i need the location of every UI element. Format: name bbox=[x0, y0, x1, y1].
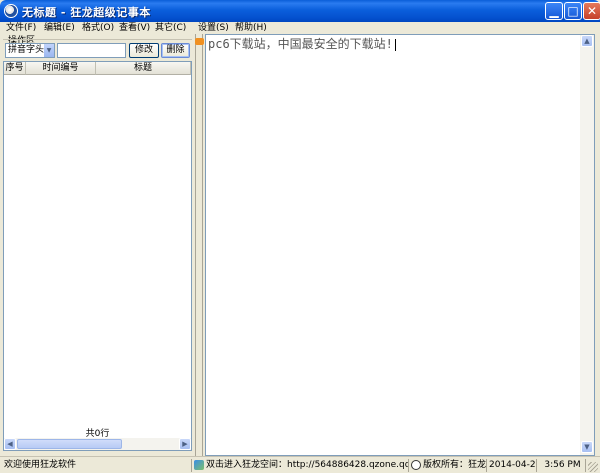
group-divider bbox=[3, 39, 192, 40]
status-date: 2014-04-24 bbox=[489, 459, 537, 472]
close-button[interactable]: ✕ bbox=[583, 2, 600, 20]
copyright-text: 版权所有：狂龙 bbox=[423, 460, 487, 470]
menu-other[interactable]: 其它(C) bbox=[155, 22, 186, 34]
title-bar[interactable]: 无标题 - 狂龙超级记事本 ▁ □ ✕ bbox=[0, 0, 600, 22]
menu-view[interactable]: 查看(V) bbox=[119, 22, 150, 34]
column-header-title[interactable]: 标题 bbox=[96, 62, 191, 75]
splitter-line bbox=[202, 34, 203, 456]
maximize-icon: □ bbox=[567, 4, 579, 18]
filter-select-value: 拼音字头 bbox=[8, 45, 45, 55]
panel-splitter[interactable] bbox=[193, 34, 205, 456]
menu-help[interactable]: 帮助(H) bbox=[235, 22, 267, 34]
splitter-line bbox=[195, 34, 196, 456]
scroll-up-icon[interactable]: ▲ bbox=[581, 35, 593, 47]
search-input[interactable] bbox=[57, 43, 126, 58]
window-title: 无标题 - 狂龙超级记事本 bbox=[22, 6, 151, 19]
list-header: 序号 时间编号 标题 bbox=[4, 62, 191, 75]
status-time: 3:56 PM bbox=[540, 459, 586, 472]
close-icon: ✕ bbox=[586, 4, 598, 18]
status-copyright: 版权所有：狂龙 bbox=[411, 459, 487, 472]
scroll-thumb[interactable] bbox=[17, 439, 122, 449]
maximize-button[interactable]: □ bbox=[564, 2, 582, 20]
filter-select[interactable]: 拼音字头 ▼ bbox=[5, 43, 55, 58]
minimize-button[interactable]: ▁ bbox=[545, 2, 563, 20]
qzone-icon bbox=[194, 459, 204, 470]
column-header-time-id[interactable]: 时间编号 bbox=[26, 62, 96, 75]
editor-content[interactable]: pc6下载站，中国最安全的下载站! bbox=[208, 37, 396, 51]
modify-button[interactable]: 修改 bbox=[129, 43, 159, 58]
text-cursor bbox=[394, 38, 396, 51]
qzone-text: 双击进入狂龙空间：http://564886428.qzone.qq.com bbox=[206, 460, 408, 470]
menu-bar: 文件(F) 编辑(E) 格式(O) 查看(V) 其它(C) 设置(S) 帮助(H… bbox=[0, 22, 600, 34]
copyright-icon bbox=[411, 459, 421, 470]
menu-edit[interactable]: 编辑(E) bbox=[44, 22, 75, 34]
menu-format[interactable]: 格式(O) bbox=[82, 22, 114, 34]
app-icon[interactable] bbox=[4, 4, 18, 18]
scroll-left-icon[interactable]: ◀ bbox=[4, 438, 16, 450]
vertical-scrollbar[interactable]: ▲ ▼ bbox=[580, 35, 594, 455]
status-welcome: 欢迎使用狂龙软件 bbox=[4, 459, 192, 472]
horizontal-scrollbar[interactable]: ◀ ▶ bbox=[4, 438, 191, 450]
minimize-icon: ▁ bbox=[549, 4, 559, 18]
menu-settings[interactable]: 设置(S) bbox=[198, 22, 229, 34]
delete-button[interactable]: 删除 bbox=[161, 43, 190, 58]
scroll-right-icon[interactable]: ▶ bbox=[179, 438, 191, 450]
column-header-index[interactable]: 序号 bbox=[4, 62, 26, 75]
chevron-down-icon[interactable]: ▼ bbox=[44, 44, 54, 57]
text-editor[interactable]: pc6下载站，中国最安全的下载站! ▲ ▼ bbox=[205, 34, 595, 456]
collapse-arrow-icon[interactable] bbox=[195, 38, 204, 45]
scroll-down-icon[interactable]: ▼ bbox=[581, 441, 593, 453]
record-list[interactable]: 序号 时间编号 标题 共0行 ◀ ▶ bbox=[3, 61, 192, 451]
status-qzone-link[interactable]: 双击进入狂龙空间：http://564886428.qzone.qq.com bbox=[194, 459, 409, 472]
status-bar: 欢迎使用狂龙软件 双击进入狂龙空间：http://564886428.qzone… bbox=[0, 456, 600, 473]
resize-grip-icon[interactable] bbox=[588, 462, 598, 472]
editor-text: pc6下载站，中国最安全的下载站! bbox=[208, 37, 393, 51]
